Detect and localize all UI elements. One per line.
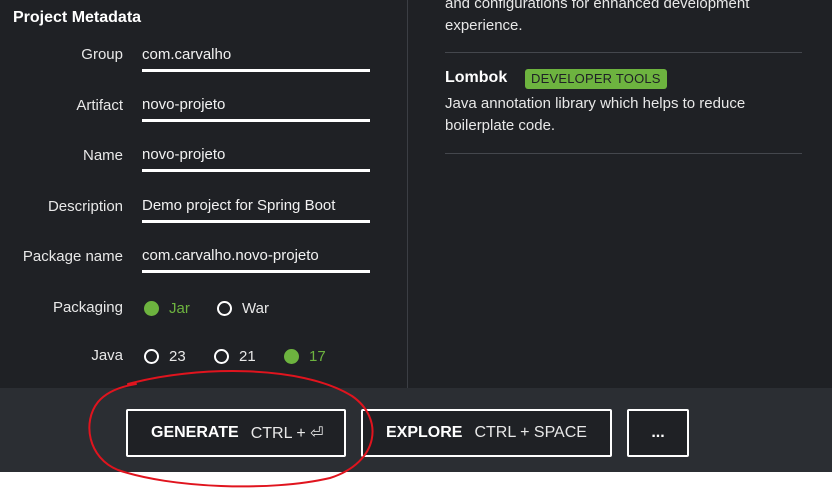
radio-unselected-icon (217, 301, 232, 316)
radio-label: Jar (169, 300, 190, 317)
radio-label: 17 (309, 348, 326, 365)
packaging-label: Packaging (52, 299, 123, 316)
description-label: Description (47, 198, 123, 215)
explore-button[interactable]: EXPLORE CTRL + SPACE (361, 409, 612, 457)
artifact-input[interactable]: novo-projeto (142, 94, 370, 122)
dependency-name: Lombok (445, 69, 508, 86)
button-label: EXPLORE (386, 424, 463, 441)
name-label: Name (82, 147, 123, 164)
package-name-label: Package name (22, 248, 123, 265)
java-17-radio[interactable]: 17 (284, 348, 326, 365)
more-button[interactable]: ... (627, 409, 689, 457)
name-input[interactable]: novo-projeto (142, 144, 370, 172)
package-name-input[interactable]: com.carvalho.novo-projeto (142, 245, 370, 273)
packaging-war-radio[interactable]: War (217, 300, 269, 317)
java-23-radio[interactable]: 23 (144, 348, 186, 365)
dependency-divider (445, 52, 802, 53)
java-21-radio[interactable]: 21 (214, 348, 256, 365)
artifact-label: Artifact (76, 97, 123, 114)
dependency-description: and configurations for enhanced developm… (445, 0, 750, 12)
project-panel: Project Metadata Group com.carvalho Arti… (0, 0, 832, 388)
generate-button[interactable]: GENERATE CTRL + ⏎ (126, 409, 346, 457)
packaging-jar-radio[interactable]: Jar (144, 300, 190, 317)
radio-label: War (242, 300, 269, 317)
section-title: Project Metadata (13, 9, 142, 26)
button-label: ... (651, 424, 665, 441)
keyboard-shortcut: CTRL + ⏎ (250, 425, 324, 442)
radio-selected-icon (144, 301, 159, 316)
dependency-description: Java annotation library which helps to r… (445, 95, 746, 112)
radio-unselected-icon (214, 349, 229, 364)
keyboard-shortcut: CTRL + SPACE (474, 424, 587, 441)
group-label: Group (81, 46, 123, 63)
description-input[interactable]: Demo project for Spring Boot (142, 195, 370, 223)
project-metadata-section: Project Metadata Group com.carvalho Arti… (0, 0, 407, 388)
dependency-category-badge: DEVELOPER TOOLS (525, 69, 667, 89)
radio-label: 23 (169, 348, 186, 365)
java-label: Java (91, 347, 123, 364)
group-input[interactable]: com.carvalho (142, 44, 370, 72)
dependency-description: boilerplate code. (445, 117, 556, 134)
radio-label: 21 (239, 348, 256, 365)
radio-selected-icon (284, 349, 299, 364)
column-divider (407, 0, 408, 388)
dependency-divider (445, 153, 802, 154)
radio-unselected-icon (144, 349, 159, 364)
button-label: GENERATE (151, 424, 239, 441)
dependency-description: experience. (445, 17, 523, 34)
